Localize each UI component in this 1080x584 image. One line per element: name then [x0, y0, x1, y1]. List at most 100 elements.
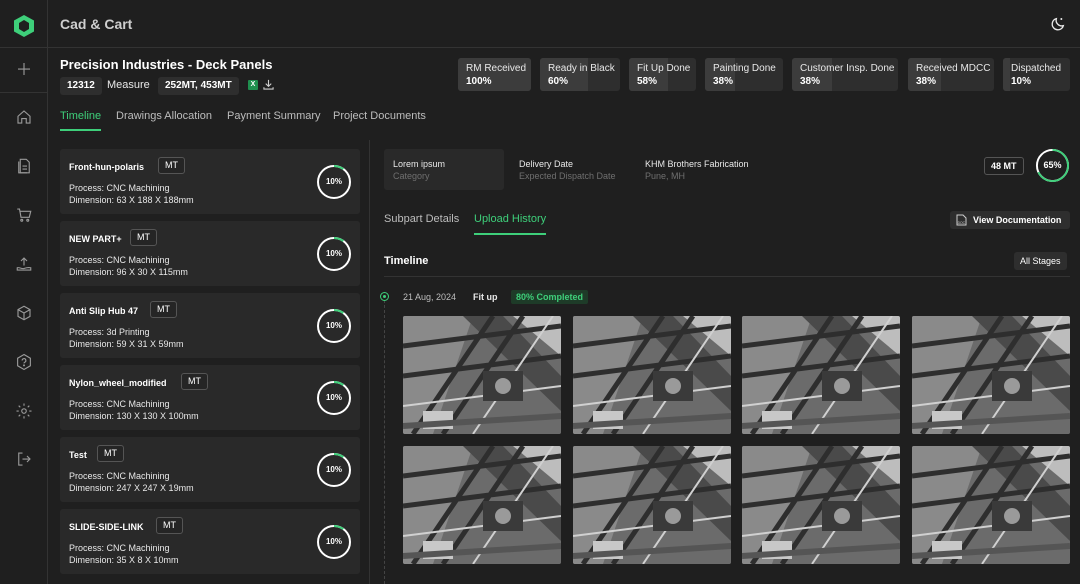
unit-badge: MT [158, 157, 185, 174]
app-root: Cad & Cart Precision Industries - Deck P… [0, 0, 1080, 584]
doc-icon-text: DOC [958, 221, 966, 225]
part-card[interactable]: Anti Slip Hub 47 MT Process: 3d Printing… [60, 293, 360, 358]
stage-chip: Ready in Black 60% [540, 58, 620, 91]
upload-photo[interactable] [403, 446, 561, 564]
stage-progress-fill [1003, 58, 1010, 91]
unit-badge: MT [181, 373, 208, 390]
part-card[interactable]: Front-hun-polaris MT Process: CNC Machin… [60, 149, 360, 214]
part-name: Front-hun-polaris [69, 162, 144, 172]
part-process: Process: CNC Machining [69, 255, 170, 265]
home-icon[interactable] [14, 107, 34, 127]
upload-photo[interactable] [403, 316, 561, 434]
timeline-heading: Timeline [384, 255, 429, 267]
timeline-entry-stage: Fit up [473, 292, 498, 302]
stage-label: RM Received [466, 63, 527, 74]
stage-chip: Painting Done 38% [705, 58, 783, 91]
delivery-date-label: Expected Dispatch Date [519, 171, 616, 181]
view-documentation-label: View Documentation [973, 215, 1062, 225]
progress-value: 10% [325, 537, 342, 546]
sidebar [0, 0, 48, 584]
moon-icon[interactable] [1050, 16, 1066, 32]
part-name: Nylon_wheel_modified [69, 378, 167, 388]
vendor-name: KHM Brothers Fabrication [645, 159, 749, 169]
part-card[interactable]: Nylon_wheel_modified MT Process: CNC Mac… [60, 365, 360, 430]
view-documentation-button[interactable]: DOC View Documentation [950, 211, 1070, 229]
stage-label: Received MDCC [916, 63, 991, 74]
documents-icon[interactable] [14, 156, 34, 176]
tab-upload-history[interactable]: Upload History [474, 213, 546, 225]
stage-filter-dropdown[interactable]: All Stages [1014, 252, 1067, 270]
upload-photo[interactable] [742, 316, 900, 434]
overall-progress-value: 65% [1043, 160, 1062, 170]
logo-icon[interactable] [12, 14, 36, 38]
progress-value: 10% [325, 393, 342, 402]
vendor-location: Pune, MH [645, 171, 686, 181]
upload-photo[interactable] [742, 446, 900, 564]
download-icon[interactable] [263, 79, 274, 90]
help-icon[interactable] [14, 352, 34, 372]
excel-icon[interactable]: X [248, 80, 258, 90]
part-dimension: Dimension: 130 X 130 X 100mm [69, 411, 199, 421]
logout-icon[interactable] [14, 449, 34, 469]
settings-icon[interactable] [14, 401, 34, 421]
timeline-entry-status: 80% Completed [511, 290, 589, 304]
progress-value: 10% [325, 465, 342, 474]
part-process: Process: CNC Machining [69, 543, 170, 553]
upload-photo[interactable] [912, 446, 1070, 564]
box-icon[interactable] [14, 303, 34, 323]
app-title: Cad & Cart [60, 16, 133, 32]
part-card[interactable]: NEW PART+ MT Process: CNC Machining Dime… [60, 221, 360, 286]
tab-subpart-details[interactable]: Subpart Details [384, 213, 459, 225]
weight-badge: 48 MT [984, 157, 1024, 175]
tab-drawings-allocation[interactable]: Drawings Allocation [116, 110, 212, 122]
part-process: Process: CNC Machining [69, 471, 170, 481]
active-subtab-indicator [474, 233, 546, 235]
tab-timeline[interactable]: Timeline [60, 110, 101, 122]
timeline-line [384, 300, 385, 584]
stage-label: Ready in Black [548, 63, 615, 74]
category-label: Category [393, 171, 430, 181]
stage-chip: Customer Insp. Done 38% [792, 58, 898, 91]
stage-value: 58% [637, 76, 658, 87]
unit-badge: MT [130, 229, 157, 246]
upload-photo[interactable] [573, 446, 731, 564]
stage-value: 100% [466, 76, 492, 87]
stage-chip: Fit Up Done 58% [629, 58, 696, 91]
progress-value: 10% [325, 249, 342, 258]
upload-icon[interactable] [14, 254, 34, 274]
part-dimension: Dimension: 247 X 247 X 19mm [69, 483, 194, 493]
stage-label: Painting Done [713, 63, 776, 74]
active-tab-indicator [60, 129, 101, 131]
part-dimension: Dimension: 63 X 188 X 188mm [69, 195, 194, 205]
upload-photo[interactable] [573, 316, 731, 434]
tab-project-documents[interactable]: Project Documents [333, 110, 426, 122]
tab-payment-summary[interactable]: Payment Summary [227, 110, 321, 122]
measure-label: Measure [107, 79, 150, 91]
part-dimension: Dimension: 96 X 30 X 115mm [69, 267, 188, 277]
stage-value: 38% [916, 76, 937, 87]
sidebar-divider [0, 47, 48, 48]
upload-photo[interactable] [912, 316, 1070, 434]
measure-value-badge: 252MT, 453MT [158, 77, 239, 95]
document-icon: DOC [956, 214, 967, 226]
part-process: Process: CNC Machining [69, 183, 170, 193]
unit-badge: MT [97, 445, 124, 462]
add-icon[interactable] [14, 59, 34, 79]
stage-chip: RM Received 100% [458, 58, 531, 91]
part-name: SLIDE-SIDE-LINK [69, 522, 144, 532]
stage-value: 60% [548, 76, 569, 87]
timeline-dot [380, 292, 389, 301]
part-process: Process: CNC Machining [69, 399, 170, 409]
part-dimension: Dimension: 59 X 31 X 59mm [69, 339, 184, 349]
stage-value: 38% [713, 76, 734, 87]
progress-value: 10% [325, 177, 342, 186]
delivery-date-value: Delivery Date [519, 159, 574, 169]
cart-icon[interactable] [14, 205, 34, 225]
stage-label: Fit Up Done [637, 63, 691, 74]
part-name: NEW PART+ [69, 234, 122, 244]
part-card[interactable]: SLIDE-SIDE-LINK MT Process: CNC Machinin… [60, 509, 360, 574]
stage-chip: Received MDCC 38% [908, 58, 994, 91]
panel-divider [369, 140, 370, 584]
part-dimension: Dimension: 35 X 8 X 10mm [69, 555, 179, 565]
part-card[interactable]: Test MT Process: CNC Machining Dimension… [60, 437, 360, 502]
